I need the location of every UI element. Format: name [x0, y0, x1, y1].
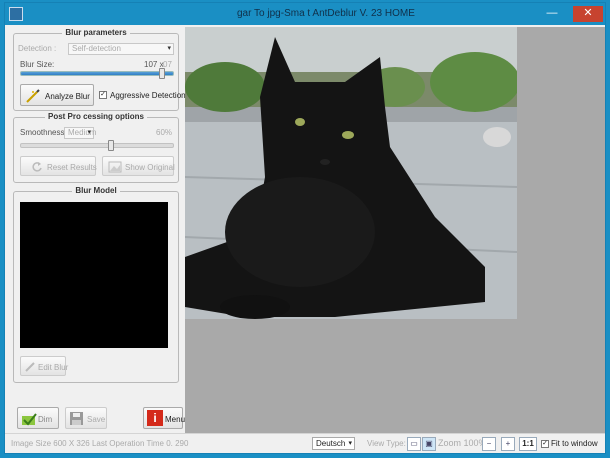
edit-blur-button[interactable]: Edit Blur	[20, 356, 68, 376]
title-bar[interactable]: gar To jpg-Sma t AntDeblur V. 23 HOME — …	[5, 3, 605, 25]
analyze-blur-button[interactable]: Analyze Blur	[20, 84, 94, 106]
cat-photo	[185, 27, 517, 319]
close-button[interactable]: ✕	[573, 6, 603, 22]
post-processing-title: Post Pro cessing options	[44, 112, 147, 121]
status-info: Image Size 600 X 326 Last Operation Time…	[11, 439, 189, 448]
show-original-button[interactable]: Show Original	[102, 156, 175, 176]
minimize-button[interactable]: —	[543, 6, 561, 22]
zoom-level: Zoom 100%	[438, 438, 487, 448]
image-canvas[interactable]	[185, 27, 605, 434]
save-button[interactable]: Save	[65, 407, 107, 429]
chevron-down-icon: ▾	[167, 45, 171, 52]
app-window: gar To jpg-Sma t AntDeblur V. 23 HOME — …	[4, 2, 606, 454]
view-type-label: View Type:	[367, 439, 406, 448]
floppy-icon	[70, 412, 83, 425]
zoom-in-icon[interactable]: +	[501, 437, 515, 451]
detection-select[interactable]: Self-detection ▾	[68, 43, 174, 55]
view-split-button[interactable]: ▣	[422, 437, 436, 451]
detection-label: Detection :	[18, 44, 57, 53]
folder-check-icon	[22, 413, 37, 426]
blur-size-slider[interactable]	[20, 71, 174, 76]
fit-to-window-checkbox[interactable]: ✓	[541, 440, 549, 448]
chevron-down-icon: ▾	[348, 440, 352, 447]
view-single-button[interactable]: ▭	[407, 437, 421, 451]
menu-button[interactable]: i Menu	[143, 407, 185, 429]
window-title: gar To jpg-Sma t AntDeblur V. 23 HOME	[237, 8, 415, 19]
wand-icon	[26, 89, 40, 103]
one-to-one-button[interactable]: 1:1	[519, 437, 537, 451]
fit-to-window-label: Fit to window	[551, 439, 598, 448]
app-icon	[9, 7, 23, 21]
reset-icon	[32, 162, 42, 172]
aggressive-detection-label: Aggressive Detection	[110, 91, 186, 100]
language-select[interactable]: Deutsch ▾	[312, 437, 355, 450]
image-icon	[108, 161, 122, 173]
blur-size-slider-thumb[interactable]	[159, 68, 166, 79]
smoothness-label: Smoothness:	[20, 128, 67, 137]
blur-size-label: Blur Size:	[20, 60, 55, 69]
smoothness-slider[interactable]	[20, 143, 174, 148]
blur-parameters-title: Blur parameters	[62, 28, 130, 37]
info-icon: i	[147, 410, 163, 426]
post-processing-group: Post Pro cessing options Smoothness: Med…	[13, 112, 179, 183]
blur-model-group: Blur Model Edit Blur	[13, 186, 179, 383]
smoothness-percent: 60%	[156, 128, 173, 137]
open-button[interactable]: Dim	[17, 407, 59, 429]
blur-model-title: Blur Model	[72, 186, 120, 195]
status-bar: Image Size 600 X 326 Last Operation Time…	[5, 433, 605, 453]
zoom-out-icon[interactable]: −	[482, 437, 496, 451]
smoothness-select[interactable]: Medium ▾	[64, 127, 96, 139]
aggressive-detection-checkbox[interactable]: ✓	[99, 91, 107, 99]
chevron-down-icon: ▾	[87, 129, 91, 136]
smoothness-slider-thumb[interactable]	[108, 140, 115, 151]
reset-results-button[interactable]: Reset Results	[20, 156, 97, 176]
blur-parameters-group: Blur parameters Detection : Self-detecti…	[13, 28, 186, 111]
left-panel: Blur parameters Detection : Self-detecti…	[13, 27, 186, 439]
blur-model-canvas[interactable]	[20, 202, 168, 348]
pencil-icon	[25, 362, 35, 372]
